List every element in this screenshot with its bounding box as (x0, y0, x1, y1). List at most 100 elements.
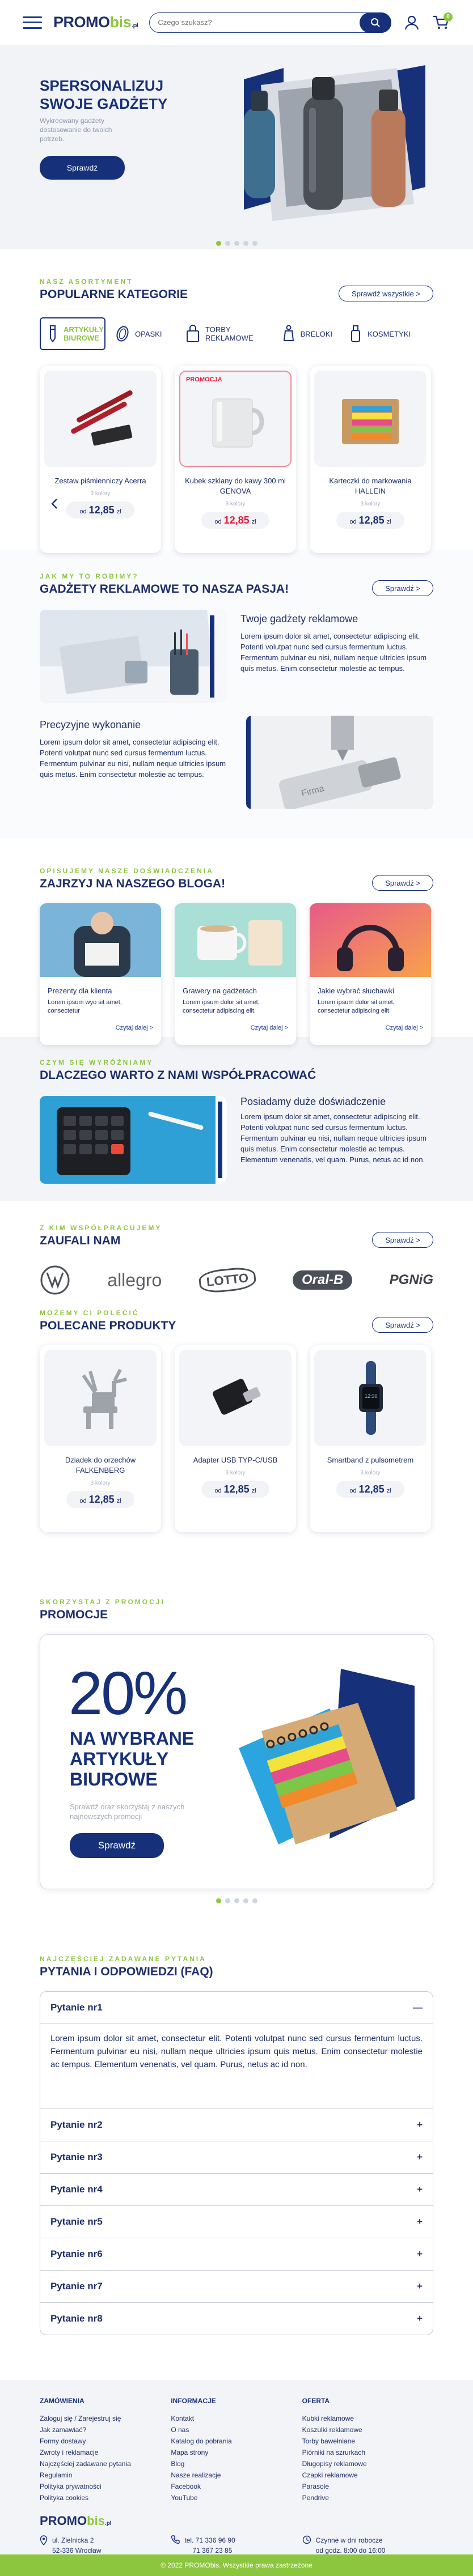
slider-dot[interactable] (225, 1898, 230, 1903)
footer-link[interactable]: Jak zamawiać? (40, 2424, 171, 2435)
partner-logos: allegro LOTTO Oral-B PGNiG (0, 1265, 473, 1295)
slider-dot[interactable] (216, 1898, 221, 1903)
price-currency: zł (116, 1498, 121, 1504)
phone-icon (171, 2535, 180, 2544)
plus-icon: + (417, 2248, 423, 2259)
footer-link[interactable]: Pendrive (302, 2492, 433, 2503)
product-card[interactable]: PROMOCJA Kubek szklany do kawy 300 ml GE… (175, 366, 296, 553)
passion-check-button[interactable]: Sprawdź > (372, 580, 433, 596)
plus-icon: + (417, 2152, 423, 2162)
category-products: Zestaw piśmienniczy Acerra 3 kolory od 12… (0, 366, 473, 553)
promo-label: PROMOCJA (186, 376, 222, 383)
price-currency: zł (386, 1487, 391, 1494)
pgnig-logo: PGNiG (389, 1272, 433, 1287)
product-card[interactable]: Zestaw piśmienniczy Acerra 3 kolory od 12… (40, 366, 161, 553)
slider-dot[interactable] (243, 241, 248, 246)
hero-cta-button[interactable]: Sprawdź (40, 156, 125, 180)
promo-cta-button[interactable]: Sprawdź (70, 1833, 164, 1858)
blog-check-button[interactable]: Sprawdź > (372, 875, 433, 891)
blog-card[interactable]: Prezenty dla klienta Lorem ipsum wyo sit… (40, 903, 161, 1045)
faq-question-toggle[interactable]: Pytanie nr7 + (40, 2271, 433, 2302)
faq-question-toggle[interactable]: Pytanie nr4 + (40, 2174, 433, 2205)
price-value: 12,85 (358, 1483, 385, 1495)
footer-link[interactable]: Katalog do pobrania (171, 2435, 302, 2447)
product-price: od 12,85 zł (201, 1481, 269, 1498)
footer-link[interactable]: Zaloguj się / Zarejestruj się (40, 2413, 171, 2424)
see-all-categories-button[interactable]: Sprawdź wszystkie > (338, 286, 433, 301)
footer-link[interactable]: Piórniki na szrurkach (302, 2447, 433, 2458)
minus-icon: — (413, 2002, 423, 2013)
faq-question: Pytanie nr3 (50, 2152, 103, 2162)
tab-breloki[interactable]: BRELOKI (276, 317, 338, 350)
copyright-bar: © 2022 PROMObis. Wszystkie prawa zastrze… (0, 2554, 473, 2576)
read-more-link[interactable]: Czytaj dalej > (48, 1025, 153, 1031)
faq-question-toggle[interactable]: Pytanie nr1 — (40, 1992, 433, 2024)
faq-answer: Lorem ipsum dolor sit amet, consectetur … (40, 2024, 433, 2109)
faq-question-toggle[interactable]: Pytanie nr3 + (40, 2141, 433, 2173)
footer-link[interactable]: Czapki reklamowe (302, 2469, 433, 2481)
tab-torby-reklamowe[interactable]: TORBY REKLAMOWE (179, 317, 264, 350)
site-logo[interactable]: PROMO bis .pl (53, 14, 138, 31)
search-button[interactable] (360, 12, 391, 33)
footer-link[interactable]: Nasze realizacje (171, 2469, 302, 2481)
recommended-check-button[interactable]: Sprawdź > (372, 1317, 433, 1333)
footer-link[interactable]: Facebook (171, 2481, 302, 2492)
tab-artykuly-biurowe[interactable]: ARTYKUŁY BIUROWE (40, 317, 105, 350)
slider-dot[interactable] (216, 241, 221, 246)
phone-number[interactable]: tel. 71 336 96 90 (184, 2535, 235, 2545)
footer-link[interactable]: Zwroty i reklamacje (40, 2447, 171, 2458)
footer-link[interactable]: Kubki reklamowe (302, 2413, 433, 2424)
menu-hamburger-icon[interactable] (23, 16, 42, 29)
footer-link[interactable]: Koszulki reklamowe (302, 2424, 433, 2435)
faq-item: Pytanie nr2 + (40, 2109, 433, 2141)
partners-section: Z KIM WSPÓŁPRACUJEMY ZAUFALI NAM Sprawdź… (0, 1201, 473, 1309)
cart-button[interactable]: 0 (432, 12, 453, 32)
footer-logo[interactable]: PROMObis.pl (40, 2514, 433, 2528)
product-card[interactable]: Karteczki do markowania HALLEIN 3 kolory… (310, 366, 431, 553)
footer-link[interactable]: Formy dostawy (40, 2435, 171, 2447)
footer-link[interactable]: Regulamin (40, 2469, 171, 2481)
product-card[interactable]: Dziadek do orzechów FALKENBERG 3 kolory … (40, 1345, 161, 1532)
product-card[interactable]: Adapter USB TYP-C/USB 3 kolory od 12,85 zł (175, 1345, 296, 1532)
product-image (44, 371, 157, 467)
slider-dot[interactable] (225, 241, 230, 246)
faq-question-toggle[interactable]: Pytanie nr6 + (40, 2238, 433, 2270)
account-button[interactable] (403, 14, 421, 32)
block1-title: Twoje gadżety reklamowe (240, 613, 358, 624)
footer-link[interactable]: O nas (171, 2424, 302, 2435)
footer-link[interactable]: Długopisy reklamowe (302, 2458, 433, 2469)
footer-link[interactable]: Kontakt (171, 2413, 302, 2424)
search-input[interactable] (158, 18, 360, 27)
read-more-link[interactable]: Czytaj dalej > (318, 1025, 423, 1031)
blog-card[interactable]: Grawery na gadżetach Lorem ipsum dolor s… (175, 903, 296, 1045)
slider-dot[interactable] (234, 241, 239, 246)
tab-kosmetyki[interactable]: KOSMETYKI (343, 317, 416, 350)
faq-question-toggle[interactable]: Pytanie nr2 + (40, 2109, 433, 2141)
cart-count-badge: 0 (444, 12, 453, 22)
faq-question-toggle[interactable]: Pytanie nr5 + (40, 2206, 433, 2238)
faq-question-toggle[interactable]: Pytanie nr8 + (40, 2303, 433, 2335)
price-value: 12,85 (358, 515, 385, 526)
product-name: Smartband z pulsometrem (327, 1456, 414, 1464)
slider-dot[interactable] (252, 241, 257, 246)
slider-dot[interactable] (234, 1898, 239, 1903)
chevron-left-icon[interactable] (49, 498, 61, 510)
product-colors: 3 kolory (225, 1470, 246, 1476)
footer-link[interactable]: YouTube (171, 2492, 302, 2503)
slider-dot[interactable] (243, 1898, 248, 1903)
footer-link[interactable]: Polityka cookies (40, 2492, 171, 2503)
footer-link[interactable]: Najczęściej zadawane pytania (40, 2458, 171, 2469)
product-colors: 3 kolory (360, 501, 381, 507)
footer-link[interactable]: Blog (171, 2458, 302, 2469)
footer-link[interactable]: Torby bawełniane (302, 2435, 433, 2447)
slider-dot[interactable] (252, 1898, 257, 1903)
hours-line: Czynne w dni robocze (315, 2536, 383, 2544)
blog-card[interactable]: Jakie wybrać słuchawki Lorem ipsum dolor… (310, 903, 431, 1045)
tab-opaski[interactable]: OPASKI (109, 317, 171, 350)
footer-link[interactable]: Polityka prywatności (40, 2481, 171, 2492)
read-more-link[interactable]: Czytaj dalej > (183, 1025, 288, 1031)
partners-check-button[interactable]: Sprawdź > (372, 1232, 433, 1248)
footer-link[interactable]: Parasole (302, 2481, 433, 2492)
footer-link[interactable]: Mapa strony (171, 2447, 302, 2458)
product-card[interactable]: 12:30 Smartband z pulsometrem 3 kolory o… (310, 1345, 431, 1532)
